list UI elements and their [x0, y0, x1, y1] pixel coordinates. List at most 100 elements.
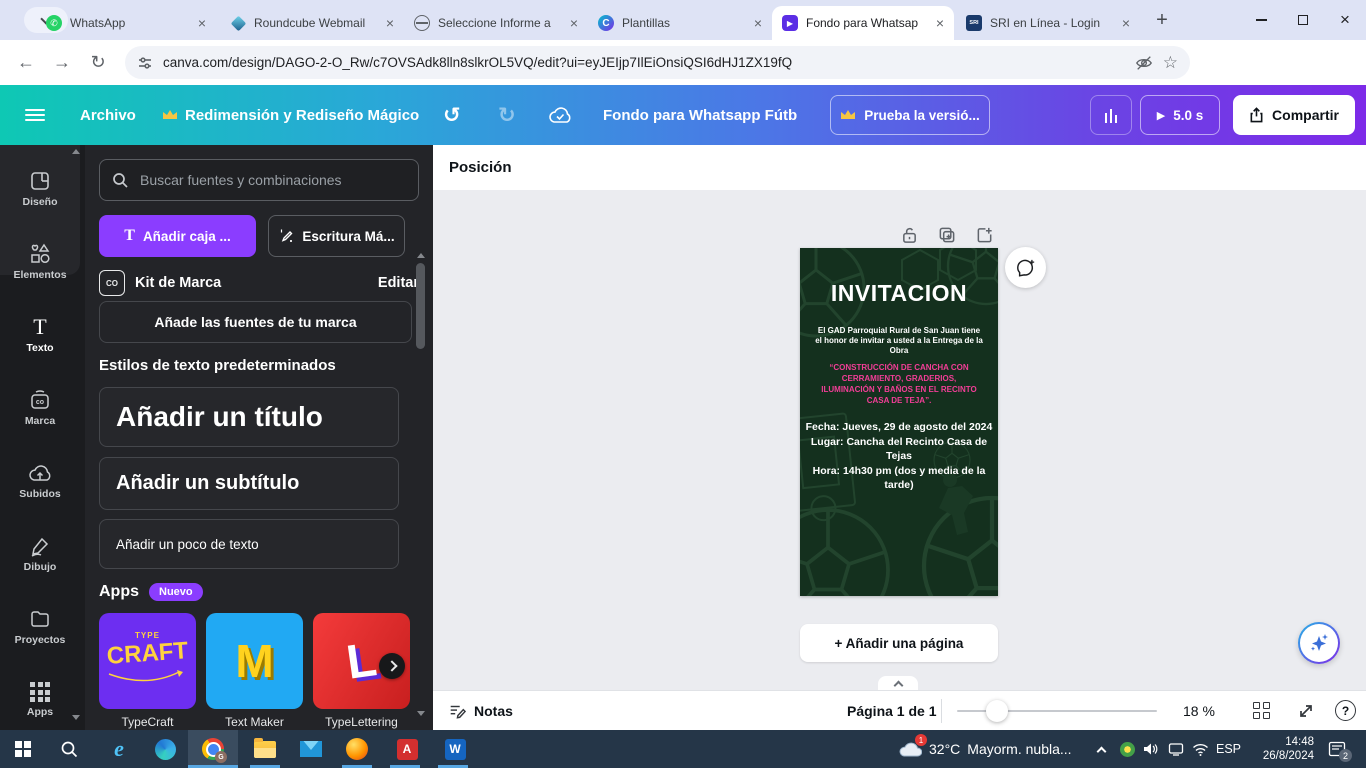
apps-carousel-next-button[interactable] [379, 653, 405, 679]
app-tile-typecraft[interactable]: TYPE CRAFT [99, 613, 196, 709]
close-icon[interactable]: × [934, 15, 946, 31]
sidebar-item-subidos[interactable]: Subidos [0, 449, 80, 513]
sidebar-item-marca[interactable]: co Marca [0, 376, 80, 440]
taskbar-word-icon[interactable]: W [432, 730, 478, 768]
menu-magic-resize[interactable]: Redimensión y Rediseño Mágico [162, 85, 419, 145]
taskbar-weather-text: Mayorm. nubla... [967, 741, 1071, 757]
timeline-expand-tab[interactable] [878, 676, 918, 690]
close-icon[interactable]: × [568, 15, 580, 31]
redo-button[interactable]: ↻ [498, 85, 516, 145]
styles-heading: Estilos de texto predeterminados [99, 357, 336, 374]
close-icon[interactable]: × [384, 15, 396, 31]
fullscreen-icon[interactable] [1297, 702, 1315, 720]
brand-kit-edit-link[interactable]: Editar [378, 275, 419, 291]
taskbar-firefox-icon[interactable] [334, 730, 380, 768]
tray-clock[interactable]: 14:48 26/8/2024 [1252, 730, 1314, 768]
new-tab-button[interactable]: + [1148, 6, 1176, 34]
add-brand-fonts-button[interactable]: Añade las fuentes de tu marca [99, 301, 412, 343]
window-close-button[interactable]: × [1324, 0, 1366, 40]
position-button[interactable]: Posición [449, 159, 512, 176]
app-tile-textmaker[interactable]: M [206, 613, 303, 709]
duplicate-page-icon[interactable] [938, 226, 956, 244]
minimize-button[interactable] [1240, 0, 1282, 40]
eye-off-icon[interactable] [1135, 54, 1153, 72]
taskbar-chrome-icon[interactable]: G [188, 730, 238, 768]
taskbar-ie-icon[interactable]: e [96, 730, 142, 768]
tab-plantillas[interactable]: C Plantillas × [588, 6, 772, 40]
sidebar-item-dibujo[interactable]: Dibujo [0, 522, 80, 586]
back-icon[interactable]: ← [8, 52, 44, 73]
menu-archivo[interactable]: Archivo [80, 85, 136, 145]
tray-show-hidden[interactable] [1098, 730, 1105, 768]
tray-antivirus-icon[interactable] [1120, 730, 1135, 768]
close-icon[interactable]: × [752, 15, 764, 31]
sidebar-rail: Diseño Elementos T Texto co Marca Subido… [0, 145, 85, 730]
taskbar-search-button[interactable] [46, 730, 92, 768]
maximize-button[interactable] [1282, 0, 1324, 40]
document-title[interactable]: Fondo para Whatsapp Fútb... [603, 85, 798, 145]
notes-button[interactable]: Notas [448, 691, 513, 731]
zoom-slider-handle[interactable] [986, 700, 1008, 722]
present-button[interactable]: ▶ 5.0 s [1140, 95, 1220, 135]
tray-language[interactable]: ESP [1216, 730, 1241, 768]
share-button[interactable]: Compartir [1233, 95, 1355, 135]
taskbar-weather[interactable]: 1 32°C Mayorm. nubla... [898, 730, 1072, 768]
close-icon[interactable]: × [196, 15, 208, 31]
page-indicator: Página 1 de 1 [847, 703, 936, 719]
add-comment-button[interactable] [1005, 247, 1046, 288]
sidebar-item-texto[interactable]: T Texto [0, 303, 80, 367]
tray-date: 26/8/2024 [1263, 749, 1314, 763]
tab-fondo-active[interactable]: ▶ Fondo para Whatsap × [772, 6, 954, 40]
panel-scroll-up-icon[interactable] [417, 253, 425, 258]
tab-whatsapp[interactable]: ✆ WhatsApp × [36, 6, 216, 40]
brand-kit-icon: CO [99, 270, 125, 296]
canva-footer: Notas Página 1 de 1 18 % ? [433, 690, 1366, 731]
add-page-button[interactable]: + Añadir una página [800, 624, 998, 662]
lock-icon[interactable] [901, 226, 918, 244]
taskbar-acrobat-icon[interactable]: A [384, 730, 430, 768]
tray-cast-icon[interactable] [1168, 730, 1184, 768]
undo-button[interactable]: ↺ [443, 85, 461, 145]
sidebar-item-proyectos[interactable]: Proyectos [0, 595, 80, 659]
grid-view-button[interactable] [1253, 702, 1270, 719]
rail-scroll-up-icon[interactable] [72, 149, 80, 154]
tab-seleccione[interactable]: Seleccione Informe a × [404, 6, 588, 40]
trial-button[interactable]: Prueba la versió... [830, 95, 990, 135]
taskbar-edge-icon[interactable] [142, 730, 188, 768]
tab-sri[interactable]: SRI SRI en Línea - Login × [956, 6, 1140, 40]
site-settings-icon[interactable] [137, 55, 153, 71]
magic-assistant-button[interactable] [1298, 622, 1340, 664]
notification-center-button[interactable]: 2 [1328, 730, 1346, 768]
style-subtitle-item[interactable]: Añadir un subtítulo [99, 457, 399, 510]
forward-icon[interactable]: → [44, 52, 80, 73]
tab-roundcube[interactable]: Roundcube Webmail × [220, 6, 404, 40]
taskbar-mail-icon[interactable] [288, 730, 334, 768]
sidebar-item-apps[interactable]: Apps [0, 668, 80, 732]
tray-volume-icon[interactable] [1143, 730, 1159, 768]
tray-wifi-icon[interactable] [1192, 730, 1209, 768]
omnibox[interactable]: canva.com/design/DAGO-2-O_Rw/c7OVSAdk8ll… [125, 46, 1190, 79]
bookmark-star-icon[interactable]: ☆ [1163, 53, 1178, 73]
sidebar-item-diseno[interactable]: Diseño [0, 157, 80, 221]
search-input[interactable] [138, 171, 406, 189]
design-detail-lugar: Lugar: Cancha del Recinto Casa de Tejas [804, 435, 994, 464]
magic-write-button[interactable]: Escritura Má... [268, 215, 405, 257]
style-title-item[interactable]: Añadir un título [99, 387, 399, 447]
style-body-item[interactable]: Añadir un poco de texto [99, 519, 399, 569]
add-textbox-button[interactable]: T Añadir caja ... [99, 215, 256, 257]
sidebar-item-elementos[interactable]: Elementos [0, 230, 80, 294]
panel-scrollbar-thumb[interactable] [416, 263, 425, 349]
design-page[interactable]: INVITACION El GAD Parroquial Rural de Sa… [800, 248, 998, 596]
insights-button[interactable] [1090, 95, 1132, 135]
help-button[interactable]: ? [1335, 700, 1356, 721]
start-button[interactable] [0, 730, 46, 768]
search-box[interactable] [99, 159, 419, 201]
add-page-icon[interactable] [976, 226, 994, 244]
panel-scroll-down-icon[interactable] [417, 711, 425, 716]
reload-icon[interactable]: ↻ [80, 52, 116, 73]
close-icon[interactable]: × [1120, 15, 1132, 31]
nuevo-badge: Nuevo [149, 583, 203, 601]
taskbar-explorer-icon[interactable] [242, 730, 288, 768]
main-menu-button[interactable] [25, 85, 45, 145]
upload-cloud-icon [28, 462, 52, 484]
